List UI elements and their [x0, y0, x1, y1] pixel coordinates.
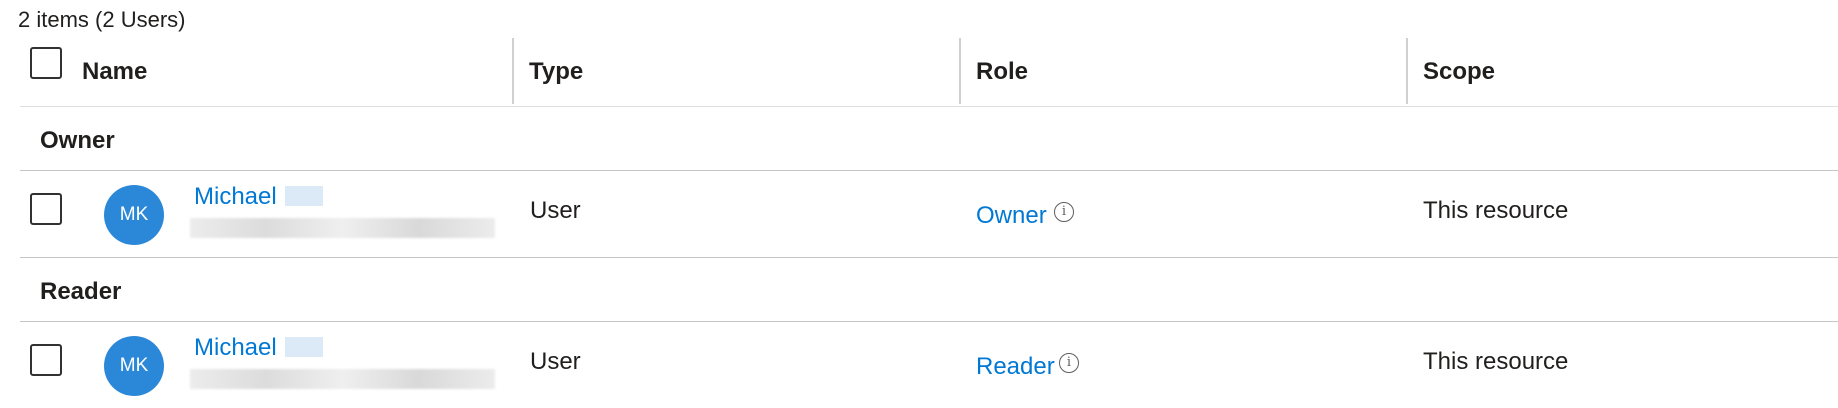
column-header-type[interactable]: Type: [529, 58, 583, 86]
column-header-scope[interactable]: Scope: [1423, 58, 1495, 86]
row-checkbox[interactable]: [30, 344, 62, 376]
scope-cell: This resource: [1423, 197, 1569, 224]
type-cell: User: [530, 348, 581, 375]
column-header-role[interactable]: Role: [976, 58, 1028, 86]
user-name-text: Michael: [194, 183, 277, 210]
column-header-name[interactable]: Name: [82, 58, 147, 86]
redacted-email: [190, 218, 495, 238]
user-name-link[interactable]: Michael: [194, 334, 323, 362]
items-count: 2 items (2 Users): [18, 7, 186, 32]
redacted-email: [190, 369, 495, 389]
avatar: MK: [104, 336, 164, 396]
role-link-reader[interactable]: Reader: [976, 353, 1055, 381]
select-all-checkbox[interactable]: [30, 47, 62, 79]
group-label: Reader: [40, 278, 122, 305]
role-link-owner[interactable]: Owner: [976, 202, 1047, 230]
role-assignments-table: Name Type Role Scope Owner MK Michael Us…: [20, 34, 1838, 408]
group-label: Owner: [40, 127, 115, 154]
table-header: Name Type Role Scope: [20, 34, 1838, 107]
column-resize-handle[interactable]: [1406, 38, 1408, 104]
info-icon[interactable]: i: [1059, 353, 1079, 373]
scope-cell: This resource: [1423, 348, 1569, 375]
column-resize-handle[interactable]: [959, 38, 961, 104]
user-name-link[interactable]: Michael: [194, 183, 323, 211]
group-header-owner: Owner: [20, 107, 1838, 171]
group-header-reader: Reader: [20, 258, 1838, 322]
info-icon[interactable]: i: [1054, 202, 1074, 222]
type-cell: User: [530, 197, 581, 224]
redacted-surname: [284, 186, 323, 206]
redacted-surname: [284, 337, 323, 357]
row-checkbox[interactable]: [30, 193, 62, 225]
avatar: MK: [104, 185, 164, 245]
table-row[interactable]: MK Michael User Owner i This resource: [20, 171, 1838, 258]
table-row[interactable]: MK Michael User Reader i This resource: [20, 322, 1838, 408]
user-name-text: Michael: [194, 334, 277, 361]
column-resize-handle[interactable]: [512, 38, 514, 104]
